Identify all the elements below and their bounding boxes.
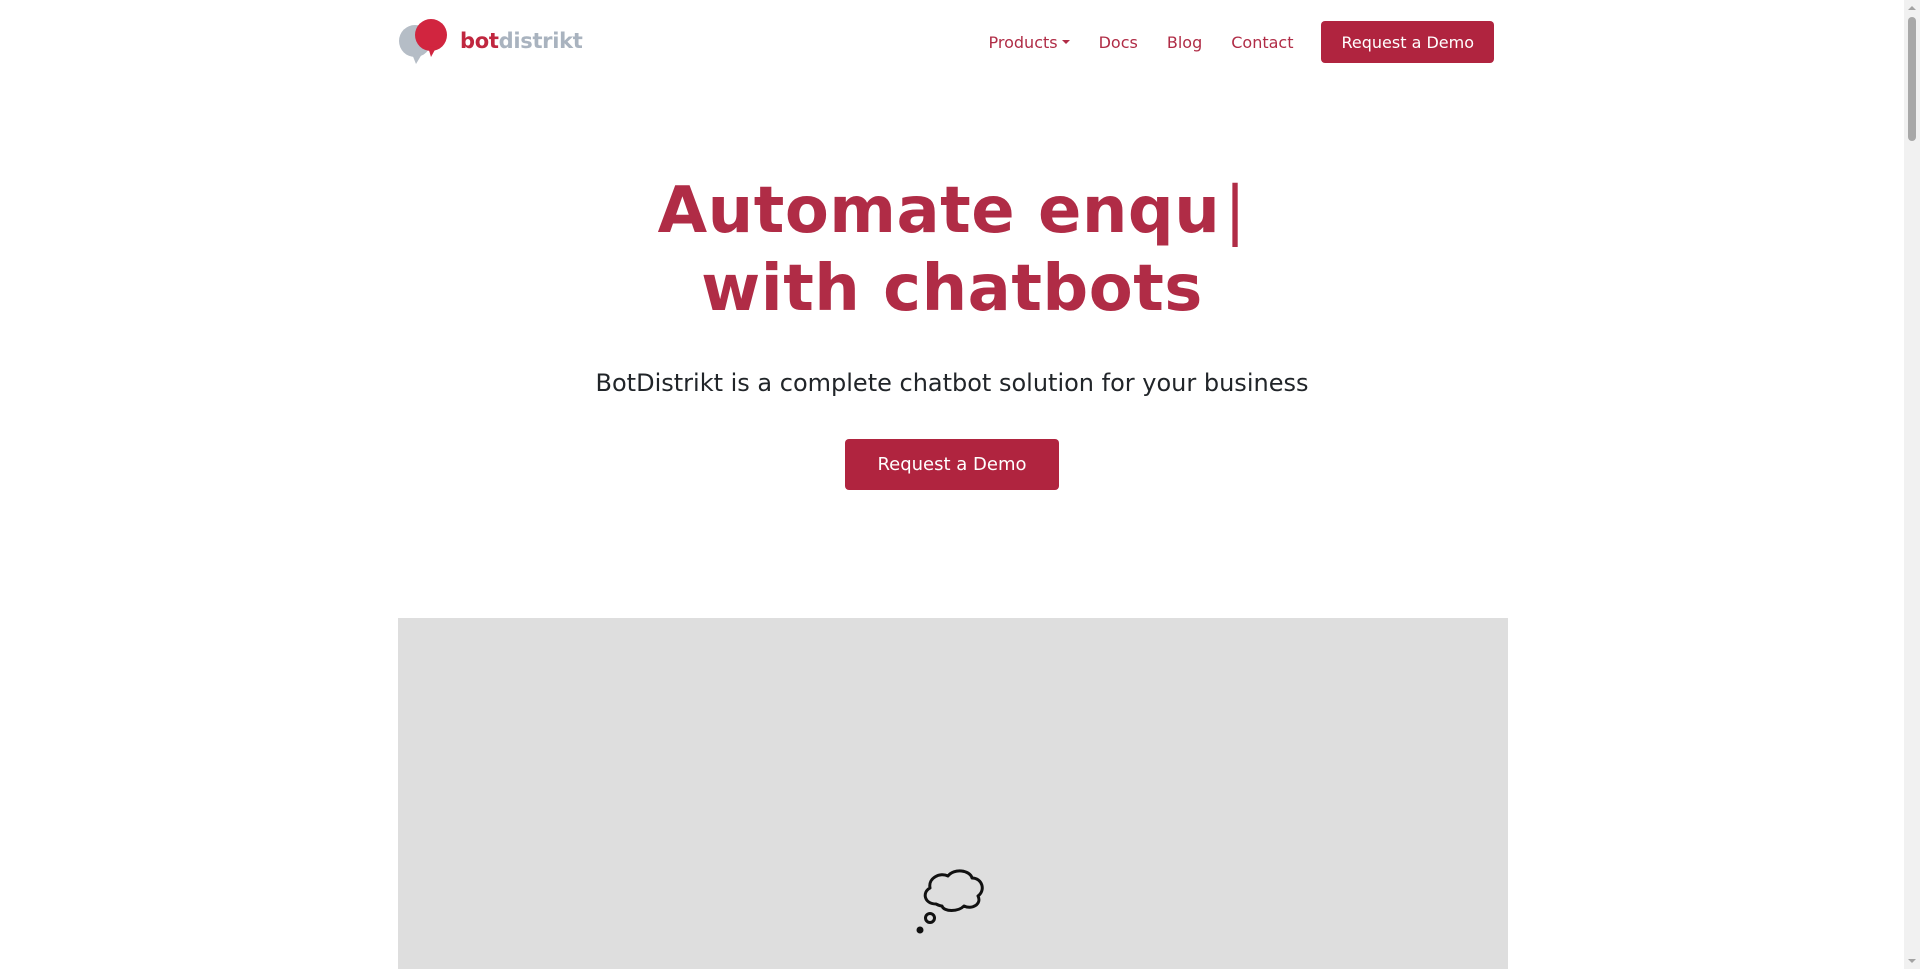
logo-text-distrikt: distrikt <box>498 28 583 53</box>
caret-down-icon <box>1061 40 1070 44</box>
hero-title-line2: with chatbots <box>701 252 1203 326</box>
hero-title-line1: Automate enqu| <box>0 172 1904 250</box>
scrollbar-thumb[interactable] <box>1908 17 1916 141</box>
nav-links: Products Docs Blog Contact Request a Dem… <box>989 21 1494 63</box>
page: botdistrikt Products Docs Blog Contact R… <box>0 0 1920 969</box>
nav-products-label: Products <box>988 32 1058 52</box>
nav-blog-link[interactable]: Blog <box>1167 21 1202 63</box>
chat-bubbles-logo-icon <box>399 19 447 64</box>
typing-cursor: | <box>1224 174 1247 248</box>
hero-title-typed-text: Automate enqu <box>657 174 1221 248</box>
logo-wordmark: botdistrikt <box>460 28 583 53</box>
media-placeholder <box>398 618 1508 969</box>
hero-subtitle: BotDistrikt is a complete chatbot soluti… <box>595 369 1309 397</box>
scroll-down-arrow-icon[interactable] <box>1908 959 1916 963</box>
logo-text-bot: bot <box>460 28 499 53</box>
nav-docs-link[interactable]: Docs <box>1099 21 1138 63</box>
nav-contact-link[interactable]: Contact <box>1231 21 1293 63</box>
nav-products-dropdown[interactable]: Products <box>989 21 1070 63</box>
logo-link[interactable]: botdistrikt <box>398 18 583 64</box>
hero-title: Automate enqu| with chatbots <box>0 172 1904 328</box>
vertical-scrollbar[interactable] <box>1904 0 1920 969</box>
navbar: botdistrikt Products Docs Blog Contact R… <box>398 16 1494 68</box>
scroll-up-arrow-icon[interactable] <box>1908 6 1916 10</box>
hero-section: Automate enqu| with chatbots BotDistrikt… <box>0 172 1904 490</box>
thought-bubble-icon <box>916 869 984 934</box>
nav-request-demo-button[interactable]: Request a Demo <box>1321 21 1494 63</box>
hero-request-demo-button[interactable]: Request a Demo <box>845 439 1059 490</box>
